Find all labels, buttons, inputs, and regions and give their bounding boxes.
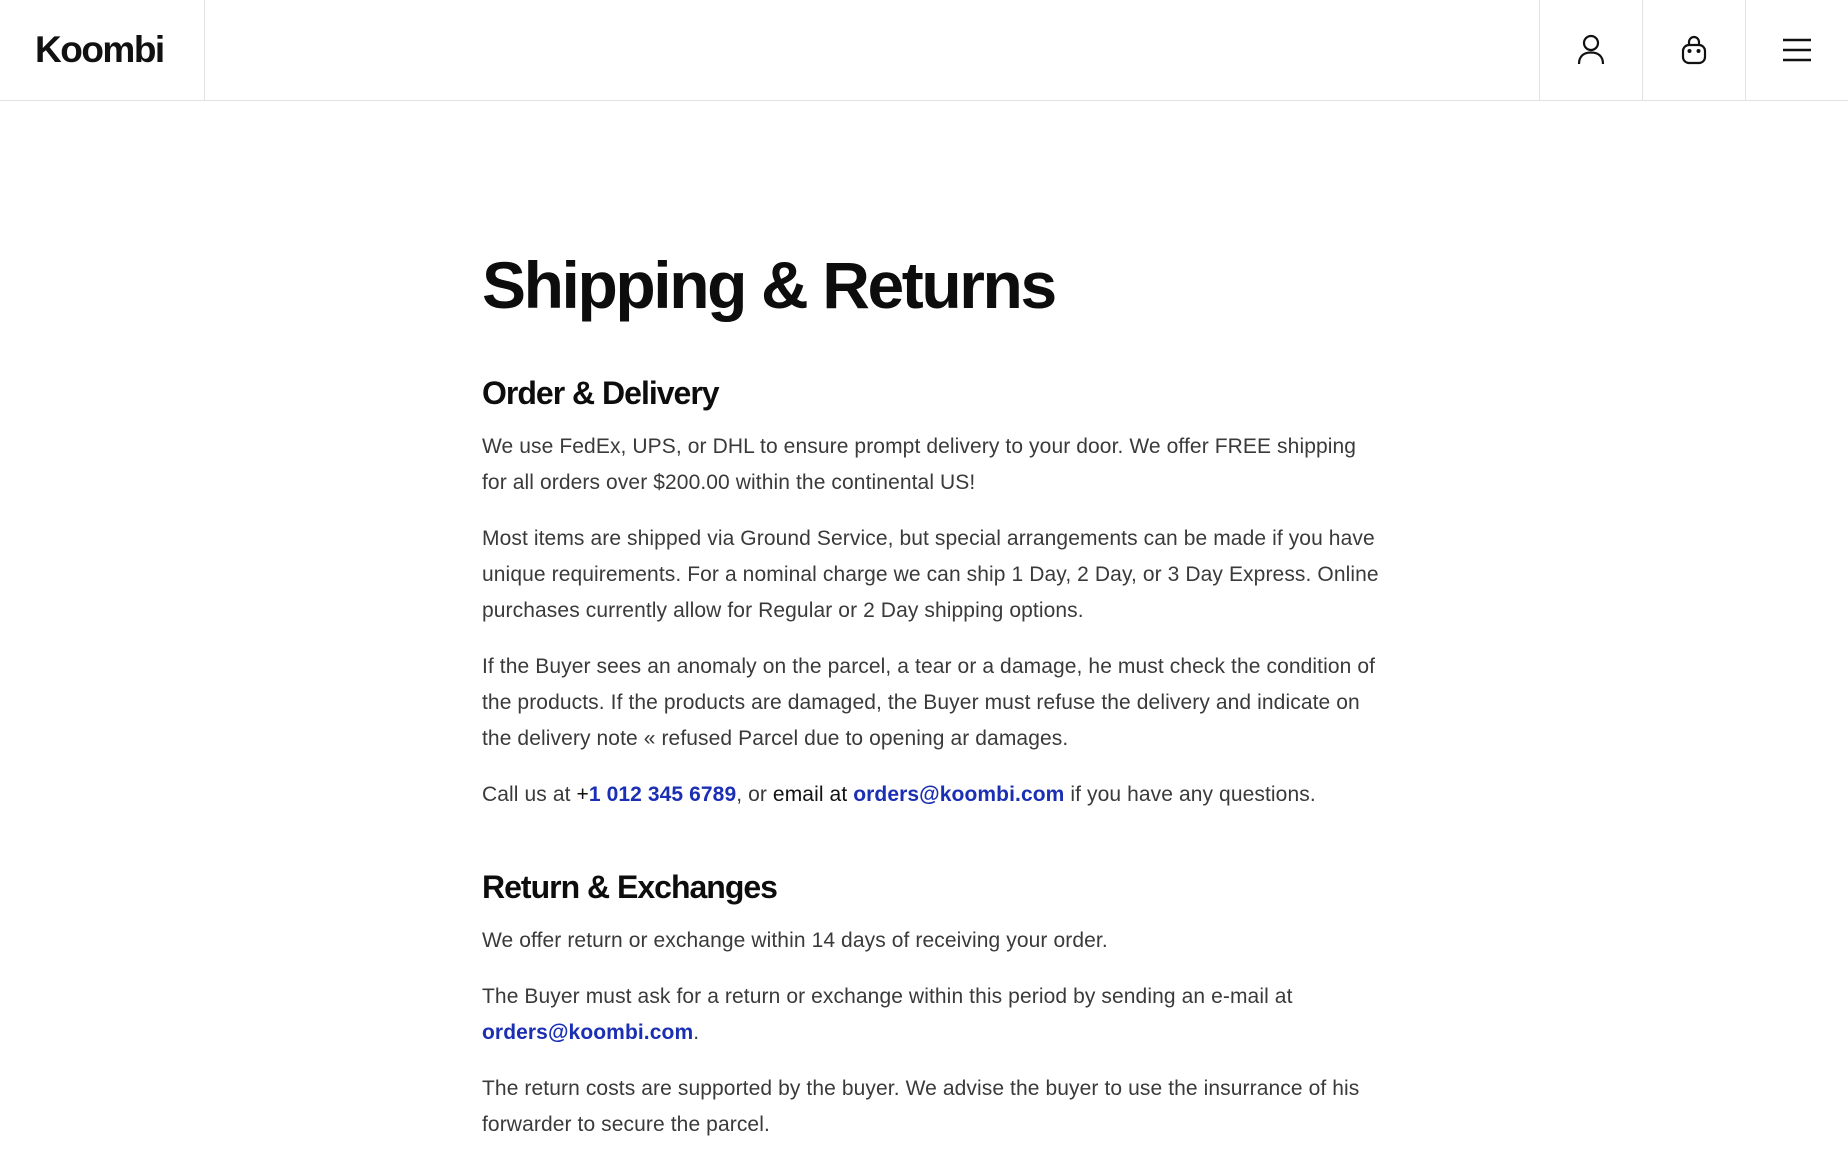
menu-button[interactable] (1745, 0, 1848, 100)
return-window-paragraph: We offer return or exchange within 14 da… (482, 929, 1108, 952)
site-header: Koombi (0, 0, 1848, 101)
shipping-options-paragraph: Most items are shipped via Ground Servic… (482, 527, 1379, 622)
logo[interactable]: Koombi (35, 29, 165, 71)
returns-heading: Return & Exchanges (482, 869, 778, 905)
return-request-end: . (693, 1021, 700, 1044)
contact-paragraph: Call us at +1 012 345 6789, or email at … (482, 777, 1382, 813)
user-icon (1577, 34, 1605, 65)
logo-container: Koombi (0, 0, 205, 100)
email-link[interactable]: orders@koombi.com (853, 783, 1064, 806)
contact-prefix: Call us at (482, 783, 577, 806)
email-label: email at (772, 783, 848, 806)
contact-plus: + (576, 783, 589, 806)
cart-button[interactable] (1642, 0, 1745, 100)
delivery-carriers-paragraph: We use FedEx, UPS, or DHL to ensure prom… (482, 435, 1357, 494)
return-request-paragraph: The Buyer must ask for a return or excha… (482, 979, 1382, 1051)
return-request-text: The Buyer must ask for a return or excha… (482, 985, 1293, 1008)
header-spacer (205, 0, 1539, 100)
returns-section: Return & Exchanges We offer return or ex… (482, 867, 1382, 1143)
phone-link[interactable]: 1 012 345 6789 (589, 783, 736, 806)
return-costs-paragraph: The return costs are supported by the bu… (482, 1077, 1360, 1136)
page-title: Shipping & Returns (482, 248, 1057, 322)
order-delivery-section: Order & Delivery We use FedEx, UPS, or D… (482, 373, 1382, 813)
returns-email-link[interactable]: orders@koombi.com (482, 1021, 693, 1044)
contact-suffix: if you have any questions. (1064, 783, 1316, 806)
hamburger-menu-icon (1783, 38, 1811, 62)
page-content: Shipping & Returns Order & Delivery We u… (482, 245, 1382, 1143)
account-button[interactable] (1539, 0, 1642, 100)
shopping-bag-icon (1681, 35, 1707, 65)
order-delivery-heading: Order & Delivery (482, 375, 720, 411)
contact-mid: , or (736, 783, 773, 806)
damage-policy-paragraph: If the Buyer sees an anomaly on the parc… (482, 655, 1376, 750)
